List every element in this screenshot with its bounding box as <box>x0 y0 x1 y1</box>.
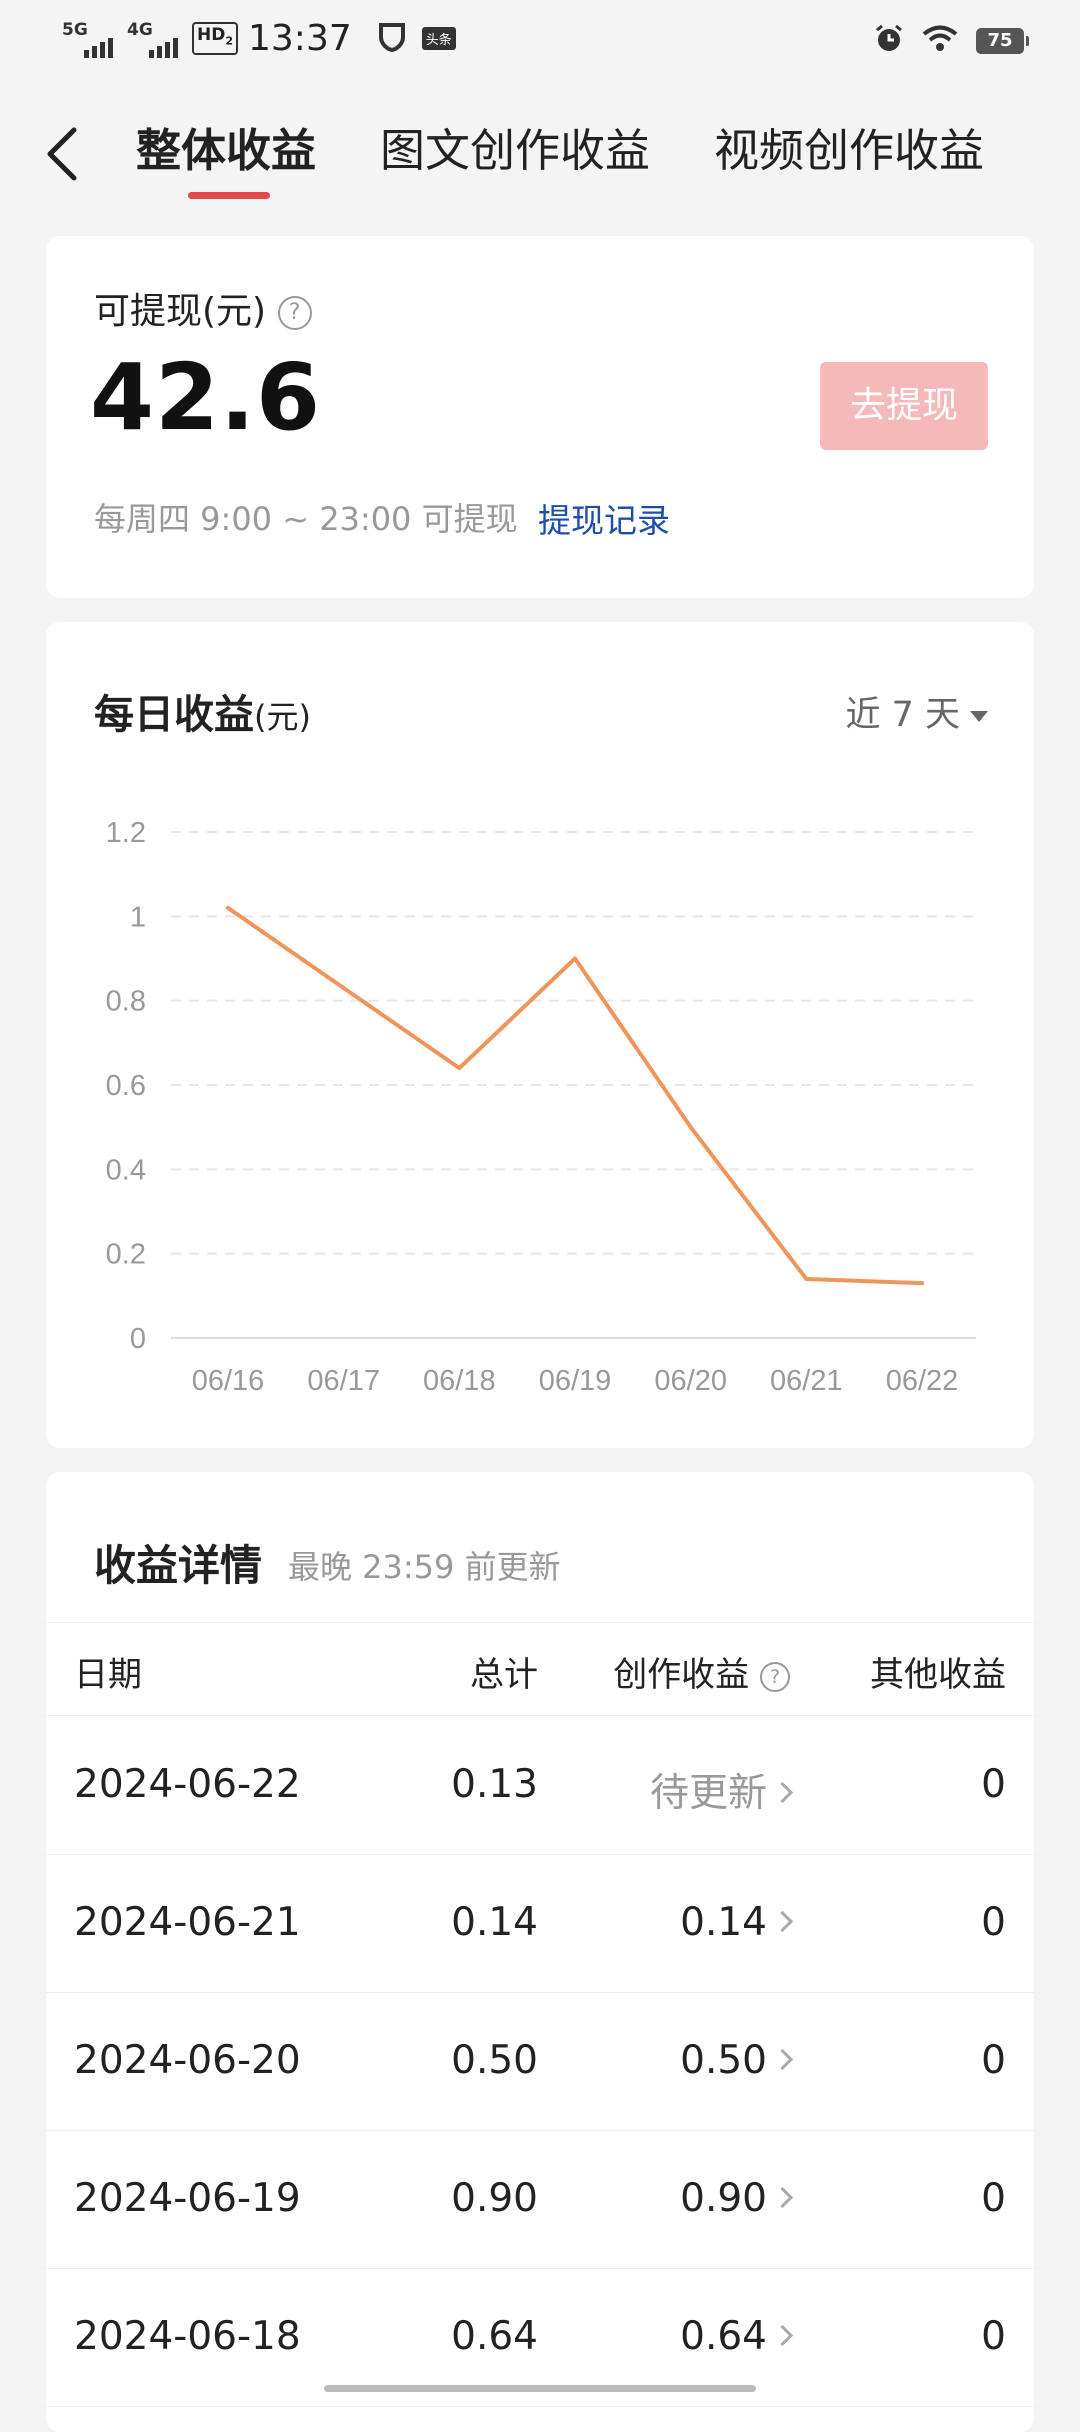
network-type-label-2: 4G <box>127 19 153 40</box>
row-create-income[interactable]: 0.14 <box>680 1900 794 1945</box>
table-row[interactable]: 2024-06-20 0.50 0.50 0 <box>46 1992 1034 2131</box>
data-point <box>920 1281 924 1286</box>
details-table-header: 日期 总计 创作收益 ? 其他收益 <box>46 1622 1034 1716</box>
row-date: 2024-06-19 <box>74 2176 301 2221</box>
status-bar: 5G 4G HD2 13:37 头条 75 <box>0 0 1080 84</box>
toutiao-app-icon: 头条 <box>421 27 456 50</box>
chevron-left-icon <box>47 127 77 181</box>
network-type-label: 5G <box>62 19 88 40</box>
cellular-signal-icon-2: 4G <box>127 20 178 58</box>
x-tick-label: 06/17 <box>307 1365 380 1397</box>
data-point <box>804 1276 809 1281</box>
row-other-income: 0 <box>981 2314 1006 2359</box>
row-date: 2024-06-18 <box>74 2314 301 2359</box>
back-button[interactable] <box>36 116 96 186</box>
active-tab-indicator <box>188 192 270 199</box>
row-date: 2024-06-22 <box>74 1762 301 1807</box>
row-other-income: 0 <box>981 1900 1006 1945</box>
cellular-signal-icon: 5G <box>62 20 113 58</box>
x-tick-label: 06/16 <box>192 1365 265 1397</box>
tab-article-income[interactable]: 图文创作收益 <box>380 114 650 179</box>
daily-income-chart: 0 0.2 0.4 0.6 0.8 1 1.2 06/16 06/17 06/18 06/19 06/… <box>106 817 976 1397</box>
withdraw-schedule-note: 每周四 9:00 ~ 23:00 可提现 <box>94 500 518 538</box>
row-create-income[interactable]: 待更新 <box>649 1762 794 1818</box>
y-tick-label: 0.8 <box>106 986 146 1018</box>
data-point <box>457 1066 462 1071</box>
y-tick-label: 1 <box>130 901 146 933</box>
y-tick-label: 1.2 <box>106 817 146 849</box>
x-tick-label: 06/19 <box>539 1365 612 1397</box>
income-details-subtitle: 最晚 23:59 前更新 <box>288 1548 561 1586</box>
tab-video-income[interactable]: 视频创作收益 <box>714 114 984 179</box>
chevron-right-icon <box>771 2048 794 2071</box>
header-create-income-text: 创作收益 <box>613 1655 750 1695</box>
help-icon[interactable]: ? <box>760 1661 790 1692</box>
row-create-income-value: 待更新 <box>649 1771 767 1816</box>
x-tick-label: 06/22 <box>886 1365 959 1397</box>
x-tick-label: 06/20 <box>654 1365 727 1397</box>
row-create-income-value: 0.14 <box>680 1900 767 1945</box>
row-create-income[interactable]: 0.90 <box>680 2176 794 2221</box>
x-tick-label: 06/21 <box>770 1365 843 1397</box>
y-tick-label: 0.6 <box>106 1070 146 1102</box>
battery-icon: 75 <box>976 28 1029 54</box>
income-details-card: 收益详情 最晚 23:59 前更新 日期 总计 创作收益 ? 其他收益 2024… <box>46 1472 1034 2432</box>
chevron-right-icon <box>771 1781 794 1804</box>
header-other-income: 其他收益 <box>870 1655 1006 1695</box>
row-create-income-value: 0.90 <box>680 2176 767 2221</box>
data-point <box>226 905 230 910</box>
hd-voice-icon: HD2 <box>192 22 238 55</box>
data-point <box>341 986 346 991</box>
chevron-right-icon <box>771 1910 794 1933</box>
row-other-income: 0 <box>981 1762 1006 1807</box>
withdrawable-label-text: 可提现(元) <box>94 291 267 332</box>
y-tick-label: 0.2 <box>106 1239 146 1271</box>
row-total: 0.50 <box>451 2038 538 2083</box>
income-details-title: 收益详情 <box>94 1541 263 1590</box>
row-create-income[interactable]: 0.64 <box>680 2314 794 2359</box>
y-tick-label: 0.4 <box>106 1154 146 1186</box>
header-date: 日期 <box>74 1655 142 1695</box>
row-create-income-value: 0.64 <box>680 2314 767 2359</box>
row-other-income: 0 <box>981 2038 1006 2083</box>
withdrawable-label: 可提现(元) ? <box>94 282 312 334</box>
row-total: 0.13 <box>451 1762 538 1807</box>
table-row[interactable]: 2024-06-19 0.90 0.90 0 <box>46 2130 1034 2269</box>
daily-income-card: 每日收益(元) 近 7 天 0 0.2 0.4 0.6 0.8 1 1.2 06/16 06/1… <box>46 622 1034 1448</box>
row-other-income: 0 <box>981 2176 1006 2221</box>
row-total: 0.64 <box>451 2314 538 2359</box>
withdrawable-amount: 42.6 <box>90 344 321 451</box>
series-line <box>226 905 924 1286</box>
row-total: 0.90 <box>451 2176 538 2221</box>
header-total: 总计 <box>470 1655 538 1695</box>
chevron-right-icon <box>771 2186 794 2209</box>
home-indicator[interactable] <box>324 2385 756 2392</box>
row-date: 2024-06-21 <box>74 1900 301 1945</box>
row-total: 0.14 <box>451 1900 538 1945</box>
header: 整体收益 图文创作收益 视频创作收益 <box>0 96 1080 206</box>
data-point <box>688 1125 693 1130</box>
withdraw-button[interactable]: 去提现 <box>820 362 988 450</box>
data-point <box>573 956 577 961</box>
x-tick-label: 06/18 <box>423 1365 496 1397</box>
help-icon[interactable]: ? <box>277 296 312 330</box>
row-create-income[interactable]: 0.50 <box>680 2038 794 2083</box>
row-date: 2024-06-20 <box>74 2038 301 2083</box>
withdraw-record-link[interactable]: 提现记录 <box>538 494 670 542</box>
table-row[interactable]: 2024-06-22 0.13 待更新 0 <box>46 1716 1034 1855</box>
withdraw-card: 可提现(元) ? 42.6 去提现 每周四 9:00 ~ 23:00 可提现 提… <box>46 236 1034 598</box>
status-time: 13:37 <box>248 18 352 59</box>
chevron-right-icon <box>771 2324 794 2347</box>
row-create-income-value: 0.50 <box>680 2038 767 2083</box>
shield-app-icon <box>378 22 406 56</box>
y-tick-label: 0 <box>130 1323 146 1355</box>
table-row[interactable]: 2024-06-21 0.14 0.14 0 <box>46 1854 1034 1993</box>
alarm-icon <box>874 24 904 58</box>
tab-overall-income[interactable]: 整体收益 <box>136 114 316 179</box>
wifi-icon <box>922 25 958 57</box>
header-create-income: 创作收益 ? <box>613 1647 790 1696</box>
